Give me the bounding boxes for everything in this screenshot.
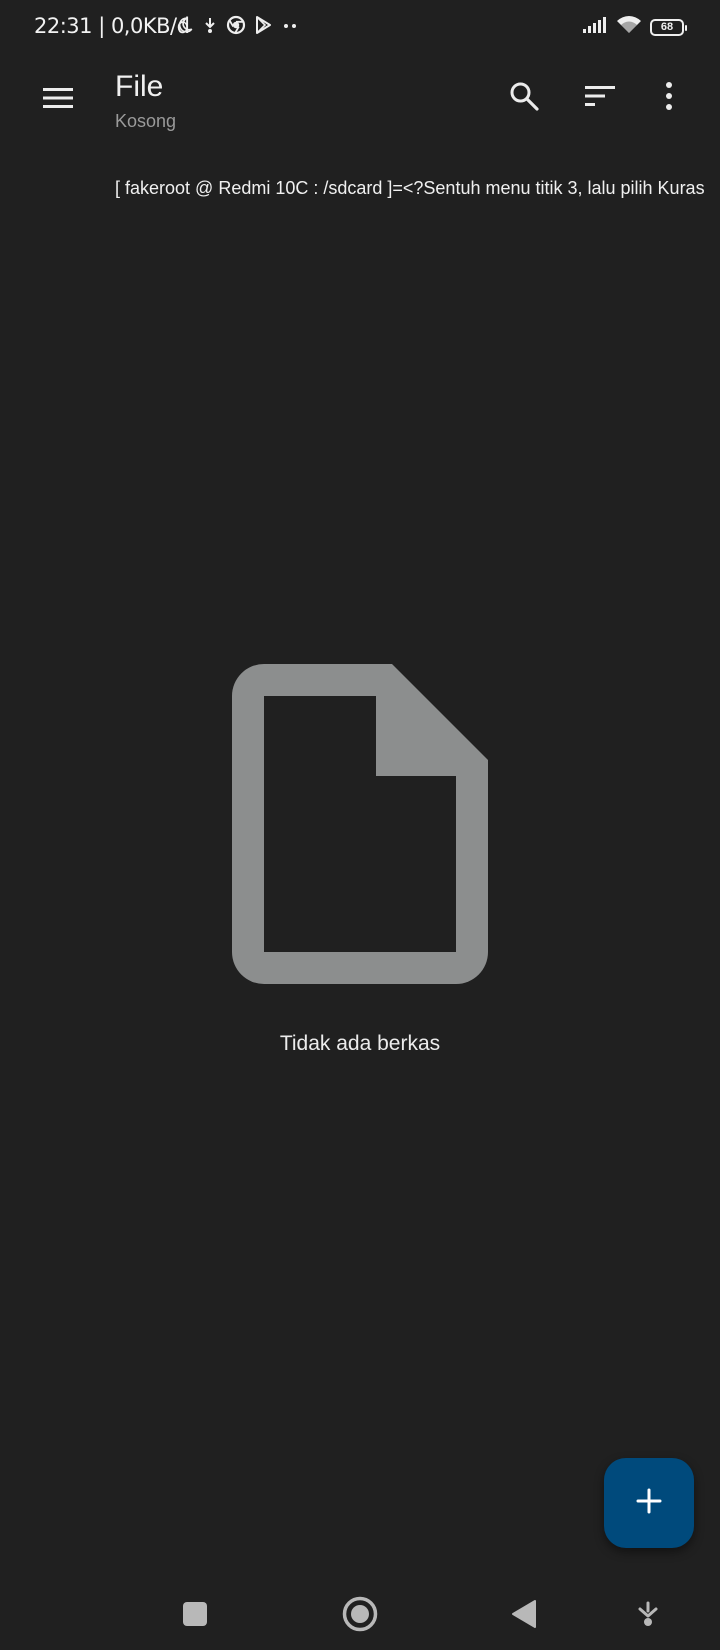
search-icon <box>508 80 540 117</box>
status-icons-left <box>176 14 300 40</box>
page-subtitle: Kosong <box>115 111 177 131</box>
chrome-icon <box>226 15 246 40</box>
more-options-button[interactable] <box>641 70 697 126</box>
empty-message: Tidak ada berkas <box>279 1032 441 1055</box>
sort-button[interactable] <box>572 70 628 126</box>
home-button[interactable] <box>334 1590 386 1642</box>
navigation-bar <box>0 1584 720 1650</box>
back-button[interactable] <box>498 1590 550 1642</box>
battery-level: 68 <box>660 20 674 33</box>
menu-button[interactable] <box>30 72 86 128</box>
home-icon <box>342 1596 378 1637</box>
more-vert-icon <box>664 81 674 116</box>
path-text: [ fakeroot @ Redmi 10C : /sdcard ]=<?Sen… <box>115 178 705 198</box>
recents-icon <box>182 1601 208 1632</box>
app-bar: File Kosong <box>0 54 720 146</box>
status-icons-right: 68 <box>582 14 687 40</box>
collapse-button[interactable] <box>622 1590 674 1642</box>
status-time: 22:31 | 0,0KB/d <box>34 14 190 38</box>
moon-icon <box>176 16 194 39</box>
wifi-icon <box>616 15 642 40</box>
back-icon <box>511 1599 537 1634</box>
menu-icon <box>42 86 74 115</box>
status-bar: 22:31 | 0,0KB/d 68 <box>0 0 720 54</box>
download-icon <box>202 16 218 39</box>
collapse-icon <box>636 1601 660 1632</box>
recents-button[interactable] <box>169 1590 221 1642</box>
signal-icon <box>582 16 608 39</box>
file-icon <box>232 664 488 984</box>
title-block: File Kosong <box>115 70 176 132</box>
sort-icon <box>584 84 616 113</box>
battery-icon: 68 <box>650 18 687 36</box>
more-dots-icon <box>280 18 300 36</box>
page-title: File <box>115 70 164 103</box>
search-button[interactable] <box>496 70 552 126</box>
add-button[interactable] <box>604 1458 694 1548</box>
play-store-icon <box>254 15 272 40</box>
plus-icon <box>635 1487 663 1520</box>
